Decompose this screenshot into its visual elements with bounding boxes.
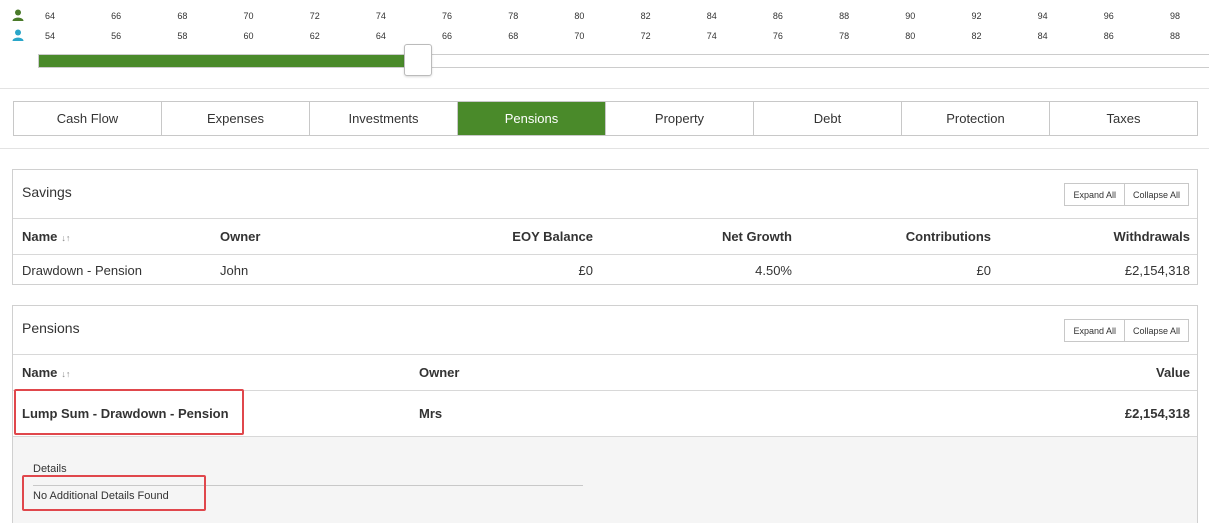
person1-age-label: 72: [309, 11, 320, 21]
tab-cash-flow[interactable]: Cash Flow: [14, 102, 162, 135]
tab-taxes[interactable]: Taxes: [1050, 102, 1197, 135]
person2-age-label: 78: [839, 31, 850, 41]
savings-col-name[interactable]: Name ↓↑: [22, 229, 70, 244]
pensions-title: Pensions: [22, 320, 80, 336]
person1-age-label: 94: [1037, 11, 1048, 21]
annotation-highlight: [22, 475, 206, 511]
savings-col-contributions: Contributions: [905, 229, 991, 244]
person1-age-label: 88: [839, 11, 850, 21]
savings-col-withdrawals: Withdrawals: [1113, 229, 1190, 244]
person2-age-label: 86: [1103, 31, 1114, 41]
person1-icon: [12, 9, 24, 21]
person2-age-label: 88: [1169, 31, 1180, 41]
tab-protection[interactable]: Protection: [902, 102, 1050, 135]
person2-age-label: 84: [1037, 31, 1048, 41]
pensions-col-owner: Owner: [419, 365, 460, 380]
savings-table-header: Name ↓↑ Owner EOY Balance Net Growth Cont…: [13, 219, 1197, 255]
pensions-cell-value: £2,154,318: [1124, 406, 1190, 421]
person1-age-label: 86: [772, 11, 783, 21]
savings-cell-withdrawals: £2,154,318: [1124, 263, 1190, 278]
annotation-highlight: [14, 389, 244, 435]
person1-age-row: 64 66 68 70 72 74 76 78 80 82 84 86 88 90 92 94 96 98: [0, 9, 1209, 23]
person2-age-label: 74: [706, 31, 717, 41]
person1-age-label: 68: [177, 11, 188, 21]
pensions-col-name[interactable]: Name ↓↑: [22, 365, 70, 380]
timeline-slider-fill: [39, 55, 410, 67]
person2-age-label: 72: [640, 31, 651, 41]
person2-age-label: 56: [111, 31, 122, 41]
person1-age-label: 84: [706, 11, 717, 21]
person1-age-label: 64: [44, 11, 55, 21]
savings-cell-owner: John: [220, 263, 249, 278]
savings-cell-net-growth: 4.50%: [755, 263, 792, 278]
pensions-cell-owner: Mrs: [419, 406, 443, 421]
savings-header: Savings Expand All Collapse All: [13, 170, 1197, 219]
person1-age-label: 82: [640, 11, 651, 21]
person1-age-label: 96: [1103, 11, 1114, 21]
savings-cell-name: Drawdown - Pension: [22, 263, 142, 278]
person2-icon: [12, 29, 24, 41]
person1-age-label: 76: [442, 11, 453, 21]
pensions-col-value: Value: [1156, 365, 1190, 380]
person1-age-label: 78: [508, 11, 519, 21]
person1-age-label: 92: [971, 11, 982, 21]
person2-age-label: 58: [177, 31, 188, 41]
savings-panel: Savings Expand All Collapse All Name ↓↑ O…: [12, 169, 1198, 285]
savings-cell-contributions: £0: [976, 263, 991, 278]
person2-age-label: 60: [243, 31, 254, 41]
sort-icon[interactable]: ↓↑: [61, 369, 70, 379]
person2-age-label: 76: [772, 31, 783, 41]
person2-age-label: 54: [44, 31, 55, 41]
details-label: Details: [33, 463, 67, 475]
person2-age-label: 62: [309, 31, 320, 41]
pensions-header: Pensions Expand All Collapse All: [13, 306, 1197, 355]
savings-title: Savings: [22, 184, 72, 200]
person1-age-label: 90: [905, 11, 916, 21]
savings-cell-eoy-balance: £0: [578, 263, 593, 278]
person2-age-row: 54 56 58 60 62 64 66 68 70 72 74 76 78 80 82 84 86 88: [0, 29, 1209, 43]
person2-age-label: 64: [375, 31, 386, 41]
person1-age-label: 70: [243, 11, 254, 21]
person1-age-label: 98: [1169, 11, 1180, 21]
timeline-slider-handle[interactable]: [404, 44, 433, 76]
savings-col-owner: Owner: [220, 229, 261, 244]
person2-age-label: 80: [905, 31, 916, 41]
pensions-collapse-all-button[interactable]: Collapse All: [1124, 319, 1189, 342]
section-tabs: Cash Flow Expenses Investments Pensions …: [13, 101, 1198, 136]
timeline-slider-track[interactable]: [38, 54, 1209, 68]
person1-age-label: 66: [111, 11, 122, 21]
table-row[interactable]: Drawdown - Pension John £0 4.50% £0 £2,1…: [13, 255, 1197, 286]
pensions-table-header: Name ↓↑ Owner Value: [13, 355, 1197, 391]
savings-button-group: Expand All Collapse All: [1064, 183, 1189, 206]
sort-icon[interactable]: ↓↑: [61, 233, 70, 243]
savings-col-net-growth: Net Growth: [721, 229, 792, 244]
person1-age-label: 74: [375, 11, 386, 21]
person2-age-label: 66: [442, 31, 453, 41]
person2-age-label: 70: [574, 31, 585, 41]
tab-expenses[interactable]: Expenses: [162, 102, 310, 135]
person1-age-label: 80: [574, 11, 585, 21]
pensions-button-group: Expand All Collapse All: [1064, 319, 1189, 342]
divider: [0, 88, 1209, 89]
tab-pensions[interactable]: Pensions: [458, 102, 606, 135]
tab-investments[interactable]: Investments: [310, 102, 458, 135]
savings-expand-all-button[interactable]: Expand All: [1064, 183, 1125, 206]
savings-collapse-all-button[interactable]: Collapse All: [1124, 183, 1189, 206]
person2-age-label: 82: [971, 31, 982, 41]
savings-col-eoy-balance: EOY Balance: [512, 229, 593, 244]
pensions-expand-all-button[interactable]: Expand All: [1064, 319, 1125, 342]
person2-age-label: 68: [508, 31, 519, 41]
tab-debt[interactable]: Debt: [754, 102, 902, 135]
tab-property[interactable]: Property: [606, 102, 754, 135]
